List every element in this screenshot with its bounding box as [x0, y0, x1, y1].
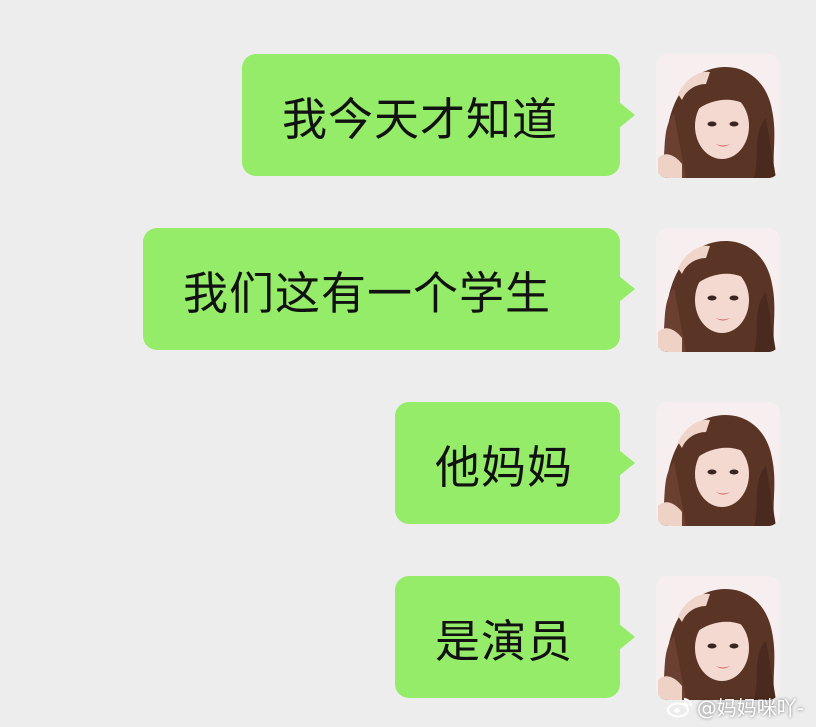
message-row: 我们这有一个学生: [143, 228, 780, 352]
weibo-logo-icon: [666, 696, 693, 718]
user-avatar-icon[interactable]: [656, 54, 780, 178]
chat-conversation: 我今天才知道 我们这有一个学生 他妈妈 是演员 @妈妈咪吖-: [0, 0, 816, 727]
message-row: 他妈妈: [395, 402, 780, 526]
message-text: 是演员: [435, 614, 574, 668]
user-avatar-icon[interactable]: [656, 228, 780, 352]
user-avatar-icon[interactable]: [656, 576, 780, 700]
watermark-text: @妈妈咪吖-: [696, 696, 804, 720]
user-avatar-icon[interactable]: [656, 402, 780, 526]
message-bubble[interactable]: 我今天才知道: [242, 54, 635, 176]
message-text: 我今天才知道: [282, 92, 559, 146]
weibo-watermark: @妈妈咪吖-: [666, 692, 804, 721]
message-text: 我们这有一个学生: [183, 266, 552, 320]
message-bubble[interactable]: 是演员: [395, 576, 635, 698]
message-row: 我今天才知道: [242, 54, 780, 178]
message-row: 是演员: [395, 576, 780, 700]
message-bubble[interactable]: 我们这有一个学生: [143, 228, 635, 350]
message-bubble[interactable]: 他妈妈: [395, 402, 635, 524]
message-text: 他妈妈: [435, 440, 574, 494]
